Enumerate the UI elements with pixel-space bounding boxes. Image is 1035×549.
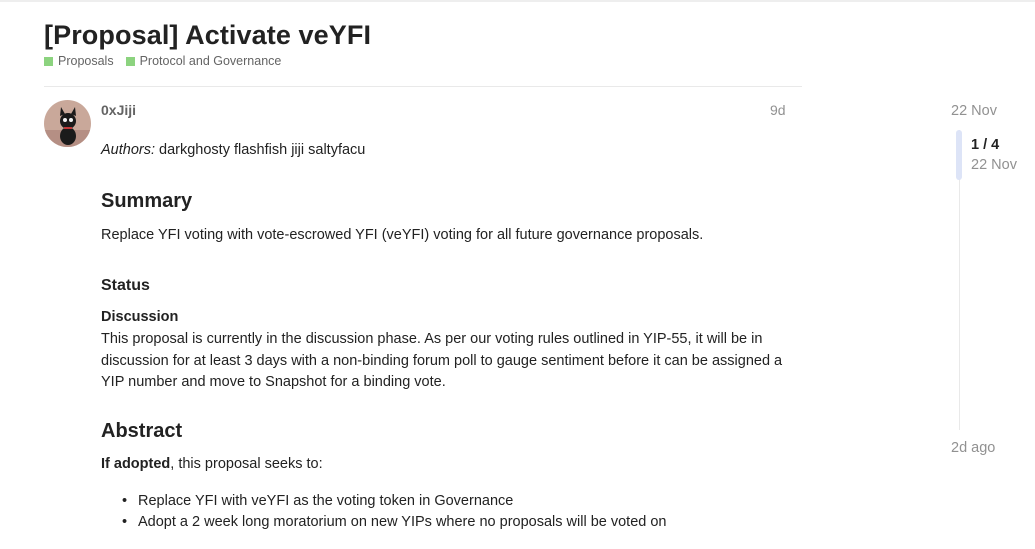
topic-title[interactable]: [Proposal] Activate veYFI bbox=[44, 20, 371, 51]
timeline-end-date[interactable]: 2d ago bbox=[951, 440, 995, 456]
category-label: Protocol and Governance bbox=[139, 54, 282, 68]
list-item: Adopt a 2 week long moratorium on new YI… bbox=[122, 512, 666, 533]
adopted-text: If adopted, this proposal seeks to: bbox=[101, 456, 323, 472]
list-item: Replace YFI with veYFI as the voting tok… bbox=[122, 491, 666, 512]
category-list: Proposals Protocol and Governance bbox=[44, 54, 281, 68]
abstract-heading: Abstract bbox=[101, 420, 183, 442]
header-border bbox=[0, 0, 1035, 2]
timeline-scroll-handle[interactable] bbox=[956, 130, 962, 180]
post-username[interactable]: 0xJiji bbox=[101, 102, 136, 118]
user-avatar[interactable] bbox=[44, 100, 91, 147]
discussion-text: This proposal is currently in the discus… bbox=[101, 331, 783, 390]
timeline-position-date: 22 Nov bbox=[971, 157, 1017, 173]
authors-names: darkghosty flashfish jiji saltyfacu bbox=[159, 142, 366, 158]
category-badge-icon bbox=[125, 56, 135, 66]
authors-label: Authors: bbox=[101, 142, 155, 158]
black-cat-avatar-icon bbox=[44, 100, 91, 147]
post-date[interactable]: 9d bbox=[770, 102, 786, 118]
title-divider bbox=[44, 86, 802, 87]
category-proposals[interactable]: Proposals bbox=[44, 54, 114, 68]
post-authors: Authors: darkghosty flashfish jiji salty… bbox=[101, 142, 365, 158]
timeline-position: 1 / 4 bbox=[971, 137, 1000, 153]
category-protocol-governance[interactable]: Protocol and Governance bbox=[125, 54, 282, 68]
summary-text: Replace YFI voting with vote-escrowed YF… bbox=[101, 227, 704, 243]
timeline-start-date[interactable]: 22 Nov bbox=[951, 103, 997, 119]
category-badge-icon bbox=[44, 56, 53, 66]
adopted-rest: , this proposal seeks to: bbox=[170, 456, 323, 472]
adopted-bold: If adopted bbox=[101, 456, 171, 472]
proposal-items: Replace YFI with veYFI as the voting tok… bbox=[122, 491, 666, 533]
summary-heading: Summary bbox=[101, 190, 193, 212]
status-heading: Status bbox=[101, 277, 150, 294]
category-label: Proposals bbox=[58, 54, 114, 68]
discussion-heading: Discussion bbox=[101, 309, 179, 325]
